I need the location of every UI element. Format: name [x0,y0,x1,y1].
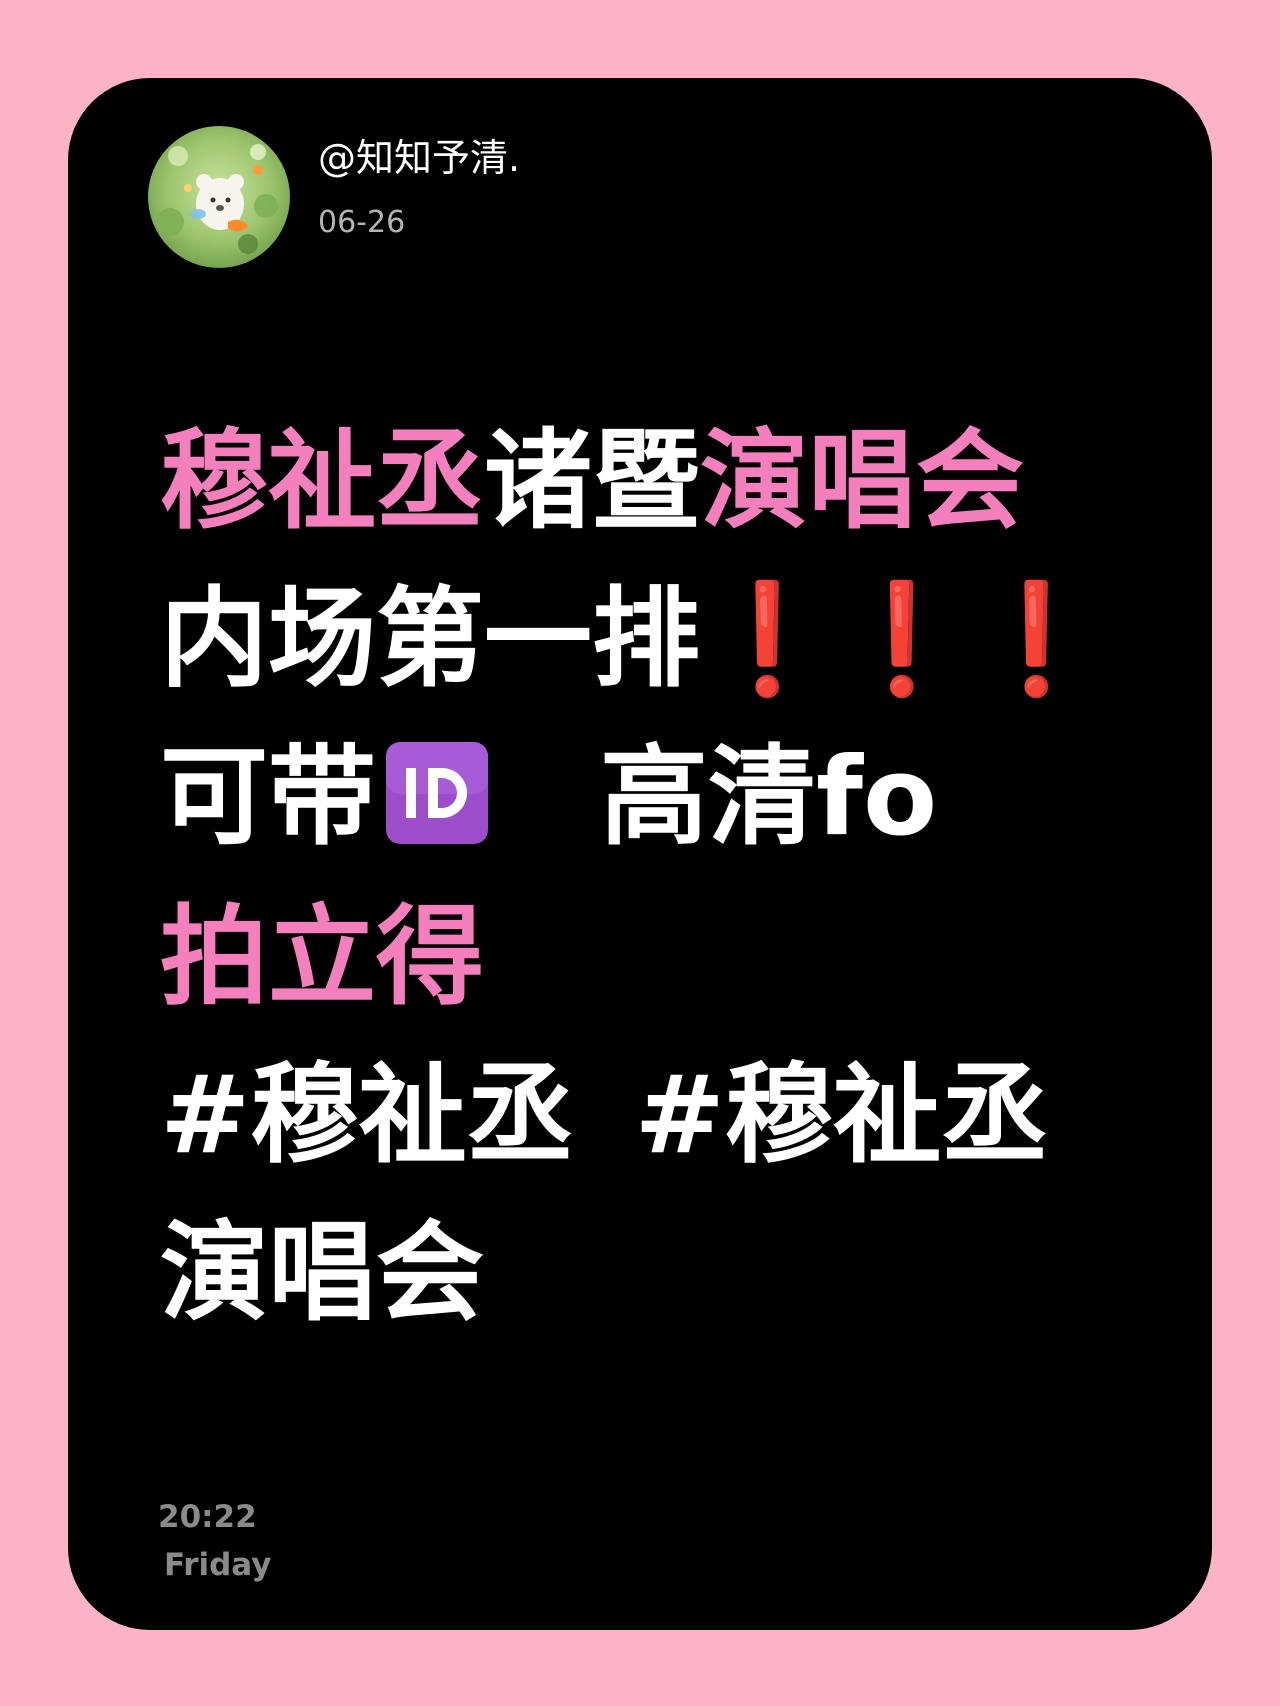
headline-concert: 演唱会 [700,419,1025,544]
bear-avatar-image [148,126,290,268]
clock-time: 20:22 [158,1499,257,1535]
headline-line-4: 拍立得 [160,895,485,1020]
hashtag-line: #穆祉丞 #穆祉丞 [160,1054,1049,1178]
clock-day: Friday [164,1547,272,1583]
can-bring-text: 可带 [160,735,377,860]
exclamation-marks: ❗❗❗ [700,577,1104,702]
hd-fo-text: 高清fo [600,735,938,860]
headline-line-2: 内场第一排❗❗❗ [160,578,1103,702]
post-card: @知知予清. 06-26 穆祉丞诸暨演唱会 内场第一排❗❗❗ 可带 高清fo 拍… [68,78,1212,1630]
hashtag-2-continuation[interactable]: 演唱会 [160,1212,484,1336]
hashtag-1[interactable]: #穆祉丞 [160,1053,575,1178]
avatar[interactable] [148,126,290,268]
headline-line-3: 可带 高清fo [160,736,937,860]
headline-city: 诸暨 [484,419,701,544]
post-date: 06-26 [318,205,406,240]
id-button-icon [382,738,492,848]
username[interactable]: @知知予清. [318,134,520,182]
headline-artist: 穆祉丞 [160,419,485,544]
seat-text: 内场第一排 [160,577,701,702]
hashtag-2[interactable]: #穆祉丞 [635,1053,1050,1178]
headline-line-1: 穆祉丞诸暨演唱会 [160,420,1024,544]
